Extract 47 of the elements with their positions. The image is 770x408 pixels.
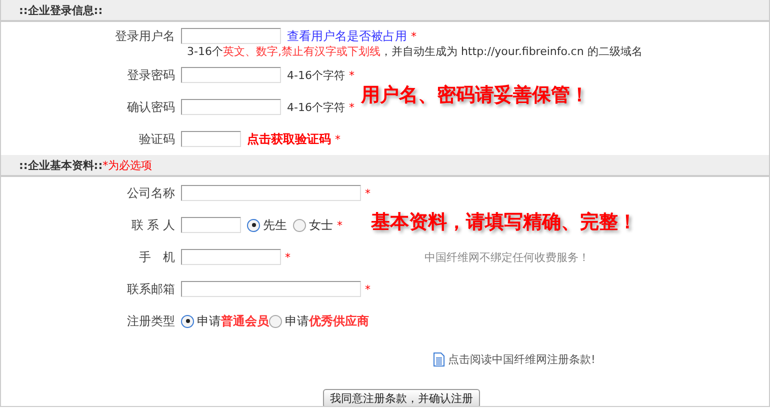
required-mark: * [365,186,370,200]
field-label: 联 系 人 [130,216,176,234]
check-username-link[interactable]: 查看用户名是否被占用 [287,28,407,44]
radio-button[interactable] [247,218,260,232]
terms-link[interactable]: 点击阅读中国纤维网注册条款! [448,352,596,366]
required-mark: * [285,250,290,264]
radio-button[interactable] [269,314,282,328]
required-mark: * [335,132,340,146]
field-label: 登录用户名 [114,28,176,44]
field-label: 手 机 [138,248,176,266]
text-input[interactable] [181,185,361,201]
text-input[interactable] [181,99,281,115]
text-input[interactable] [181,249,281,265]
radio-button[interactable] [181,314,194,328]
required-note: *为必选项 [102,158,152,172]
callout-text: 基本资料，请填写精确、完整！ [371,210,637,235]
option-label[interactable]: 申请普通会员 [197,312,269,330]
field-label: 注册类型 [126,312,176,330]
text-input[interactable] [181,131,241,147]
document-icon [433,352,445,366]
required-mark: * [348,100,354,114]
text-input[interactable] [181,67,281,83]
submit-button[interactable]: 我同意注册条款，并确认注册 [323,389,480,406]
get-captcha-link[interactable]: 点击获取验证码 [247,130,331,148]
field-label: 验证码 [138,130,176,148]
radio-button[interactable] [293,218,306,232]
service-note: 中国纤维网不绑定任何收费服务！ [424,250,590,264]
field-label: 登录密码 [126,66,176,84]
option-label[interactable]: 女士 [309,216,333,234]
required-mark: * [365,282,370,296]
length-note: 4-16个字符 [287,68,345,82]
field-label: 公司名称 [126,184,176,202]
length-note: 4-16个字符 [287,100,345,114]
text-input[interactable] [181,217,241,233]
required-mark: * [348,68,354,82]
callout-text: 用户名、密码请妥善保管！ [361,83,589,108]
option-label[interactable]: 申请优秀供应商 [285,312,369,330]
username-hint: 3-16个英文、数字,禁止有汉字或下划线，并自动生成为 http://your.fibreinfo.cn 的二级域名 [186,44,644,59]
text-input[interactable] [181,28,281,44]
section-title: ::企业登录信息:: [19,2,103,18]
field-label: 确认密码 [126,98,176,116]
text-input[interactable] [181,281,361,297]
option-label[interactable]: 先生 [263,216,287,234]
field-label: 联系邮箱 [126,280,176,298]
required-mark: * [411,30,416,42]
section-title: ::企业基本资料:: [19,158,103,172]
required-mark: * [337,218,342,232]
